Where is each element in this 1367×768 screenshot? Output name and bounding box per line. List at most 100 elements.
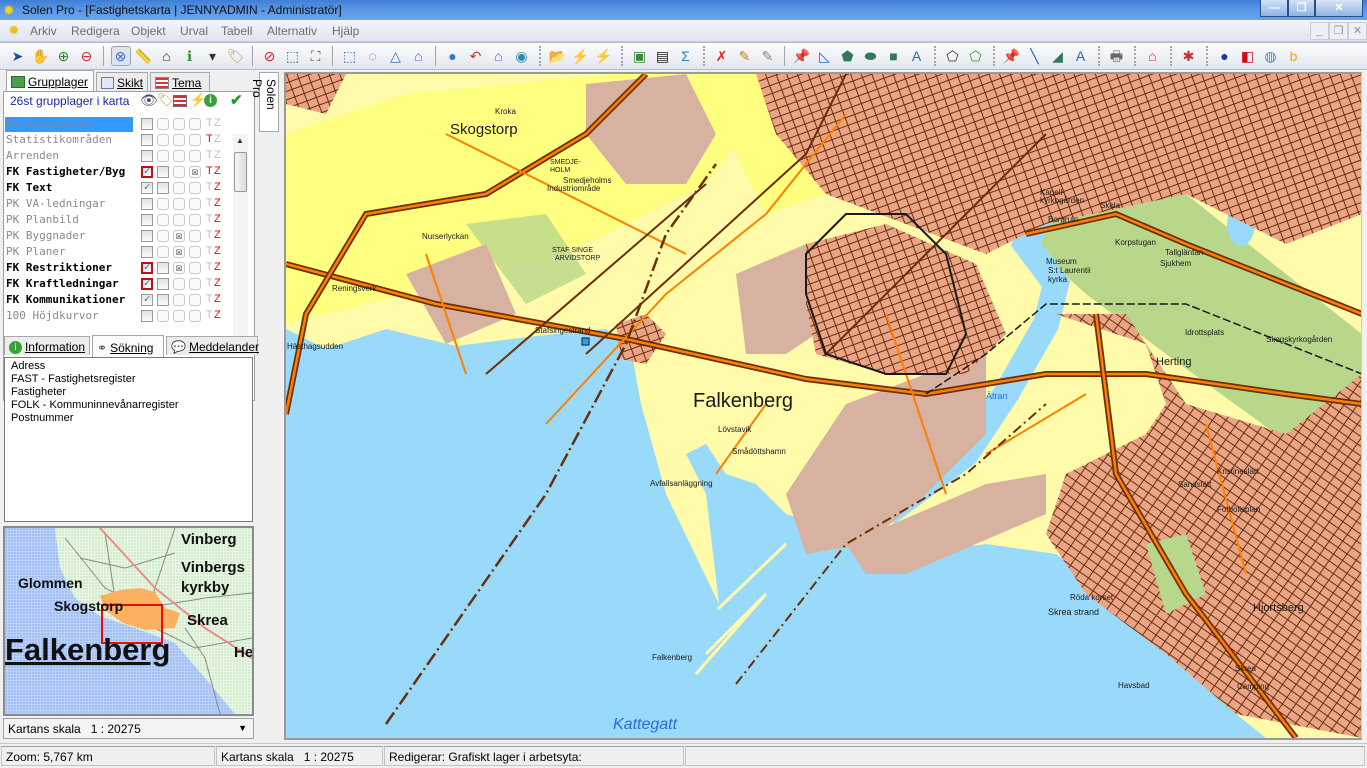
label-checkbox[interactable]	[157, 198, 169, 210]
z-toggle[interactable]: Z	[214, 229, 221, 241]
visible-checkbox[interactable]	[141, 134, 153, 146]
polygon-edit-icon[interactable]: ⬠	[943, 46, 963, 66]
selectable-checkbox[interactable]	[189, 230, 201, 242]
pan-hand-icon[interactable]: ✋	[31, 46, 51, 66]
info-icon[interactable]: i	[204, 94, 217, 107]
visible-checkbox[interactable]	[141, 246, 153, 258]
eye-icon[interactable]: 👁	[140, 92, 158, 109]
tab-tema[interactable]: Tema	[150, 72, 210, 91]
visible-checkbox[interactable]: ✓	[141, 262, 153, 274]
tag-icon[interactable]: 🏷	[157, 92, 174, 108]
visible-checkbox[interactable]	[141, 150, 153, 162]
search-item[interactable]: FOLK - Kommuninnevånarregister	[11, 399, 246, 412]
label-checkbox[interactable]	[157, 246, 169, 258]
tab-sokning[interactable]: ⚭ Sökning	[92, 335, 164, 357]
selectable-checkbox[interactable]	[189, 150, 201, 162]
bug-icon[interactable]: ✱	[1179, 46, 1199, 66]
polygon-icon[interactable]: ⬟	[838, 46, 858, 66]
house-icon[interactable]: ⌂	[1143, 46, 1163, 66]
t-toggle[interactable]: T	[206, 309, 213, 321]
search-item[interactable]: Postnummer	[11, 412, 246, 425]
polygon-arrow-icon[interactable]: ◢	[1048, 46, 1068, 66]
layers-color-icon[interactable]: ◧	[1238, 46, 1258, 66]
select-rectangle-icon[interactable]: ⬚	[283, 46, 303, 66]
label-checkbox[interactable]	[157, 150, 169, 162]
layer-list-scrollbar[interactable]: ▲ ▼	[233, 134, 248, 346]
z-toggle[interactable]: Z	[214, 277, 221, 289]
select-polygon-icon[interactable]: △	[386, 46, 406, 66]
selectable-checkbox[interactable]	[189, 214, 201, 226]
line-arrow-icon[interactable]: ╲	[1025, 46, 1045, 66]
layer-row[interactable]: PK Byggnader ☒ T Z	[4, 228, 230, 244]
layer-row[interactable]: FK Kommunikationer ✓ T Z	[4, 292, 230, 308]
clear-selection-icon[interactable]: ⛶	[306, 46, 326, 66]
tag-icon[interactable]: 🏷	[226, 46, 246, 66]
legend-checkbox[interactable]	[173, 118, 185, 130]
label-checkbox[interactable]	[157, 118, 169, 130]
layer-name[interactable]: Statistikområden	[5, 133, 133, 148]
chevron-down-icon[interactable]: ▼	[238, 723, 247, 733]
layer-row[interactable]: FK Restriktioner ✓ ☒ T Z	[4, 260, 230, 276]
line-icon[interactable]: ◺	[815, 46, 835, 66]
selectable-checkbox[interactable]	[189, 262, 201, 274]
layer-name[interactable]: PK VA-ledningar	[5, 197, 133, 212]
no-select-icon[interactable]: ⊘	[260, 46, 280, 66]
layer-name[interactable]: FK Text	[5, 181, 133, 196]
t-toggle[interactable]: T	[206, 181, 213, 193]
t-toggle[interactable]: T	[206, 229, 213, 241]
selectable-checkbox[interactable]	[189, 198, 201, 210]
zoom-previous-icon[interactable]: ↶	[466, 46, 486, 66]
selectable-checkbox[interactable]	[189, 310, 201, 322]
layer-row[interactable]: Arrenden T Z	[4, 148, 230, 164]
z-toggle[interactable]: Z	[214, 245, 221, 257]
open-lightning-folder-icon[interactable]: 📂	[548, 46, 568, 66]
legend-checkbox[interactable]	[173, 214, 185, 226]
z-toggle[interactable]: Z	[214, 197, 221, 209]
layer-name[interactable]: PK Byggnader	[5, 229, 133, 244]
t-toggle[interactable]: T	[206, 165, 213, 177]
layer-name[interactable]: PK Planer	[5, 245, 133, 260]
label-checkbox[interactable]	[157, 310, 169, 322]
pin-arrow-icon[interactable]: 📌	[1002, 46, 1022, 66]
pin-icon[interactable]: 📌	[792, 46, 812, 66]
z-toggle[interactable]: Z	[214, 117, 221, 129]
visible-checkbox[interactable]	[141, 198, 153, 210]
scroll-up-arrow-icon[interactable]: ▲	[236, 136, 244, 145]
z-toggle[interactable]: Z	[214, 213, 221, 225]
restore-button[interactable]: ❐	[1288, 0, 1315, 17]
dropdown-arrow-icon[interactable]: ▾	[203, 46, 223, 66]
z-toggle[interactable]: Z	[214, 261, 221, 273]
minimize-button[interactable]: —	[1260, 0, 1288, 17]
legend-checkbox[interactable]: ☒	[173, 246, 185, 258]
pointer-icon[interactable]: ➤	[8, 46, 28, 66]
legend-checkbox[interactable]	[173, 198, 185, 210]
globe-lightning-icon[interactable]: ⚡	[571, 46, 591, 66]
z-toggle[interactable]: Z	[214, 165, 221, 177]
map-view[interactable]: Kroka Skogstorp SMEDJE- HOLM Smedjeholms…	[284, 72, 1362, 740]
tab-skikt[interactable]: Skikt	[96, 72, 148, 91]
checkmark-icon[interactable]: ✔	[230, 91, 243, 109]
home-view-icon[interactable]: ⌂	[489, 46, 509, 66]
select-box-icon[interactable]: ⬚	[340, 46, 360, 66]
legend-checkbox[interactable]	[173, 150, 185, 162]
layer-row[interactable]: Adresspunkter T Z	[4, 116, 230, 132]
legend-icon[interactable]	[173, 95, 187, 107]
layer-name[interactable]: Adresspunkter	[5, 117, 133, 132]
rectangle-icon[interactable]: ■	[884, 46, 904, 66]
layer-row[interactable]: PK Planer ☒ T Z	[4, 244, 230, 260]
globe-icon[interactable]: ●	[443, 46, 463, 66]
info-icon[interactable]: ℹ	[180, 46, 200, 66]
selectable-checkbox[interactable]	[189, 118, 201, 130]
visible-checkbox[interactable]	[141, 310, 153, 322]
menu-urval[interactable]: Urval	[180, 24, 208, 38]
close-button[interactable]: ✕	[1315, 0, 1363, 17]
ellipse-icon[interactable]: ⬬	[861, 46, 881, 66]
menu-tabell[interactable]: Tabell	[221, 24, 252, 38]
search-item[interactable]: Adress	[11, 360, 246, 373]
legend-checkbox[interactable]	[173, 182, 185, 194]
select-circle-icon[interactable]: ◌	[363, 46, 383, 66]
label-checkbox[interactable]	[157, 262, 169, 274]
z-toggle[interactable]: Z	[214, 309, 221, 321]
visible-checkbox[interactable]: ✓	[141, 294, 153, 306]
legend-checkbox[interactable]	[173, 294, 185, 306]
